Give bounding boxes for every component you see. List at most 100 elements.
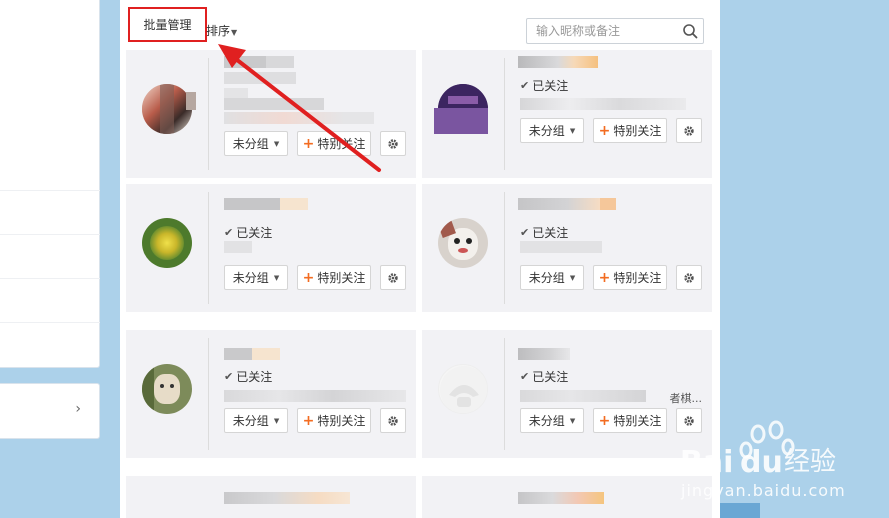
group-label: 未分组 [528, 271, 565, 285]
follow-status-label: 已关注 [532, 226, 569, 240]
special-follow-label: 特别关注 [613, 414, 662, 428]
svg-text:du: du [740, 445, 783, 480]
blurred-nickname [600, 198, 616, 210]
follow-status: ✔ 已关注 [520, 77, 568, 94]
group-select-button[interactable]: 未分组 ▼ [520, 118, 584, 143]
batch-manage-button[interactable]: 批量管理 [128, 7, 207, 42]
special-follow-label: 特别关注 [317, 137, 366, 151]
svg-text:经验: 经验 [784, 447, 836, 477]
blurred-nickname [518, 348, 570, 360]
caret-down-icon: ▼ [273, 139, 280, 148]
avatar[interactable] [142, 218, 192, 268]
settings-button[interactable] [380, 131, 406, 156]
card-divider [208, 192, 209, 304]
group-select-button[interactable]: 未分组 ▼ [520, 265, 584, 290]
chevron-right-icon: › [75, 401, 81, 417]
gear-icon [388, 138, 398, 149]
blurred-nickname [266, 56, 294, 68]
special-follow-label: 特别关注 [613, 271, 662, 285]
blurred-bio [520, 390, 646, 402]
sidebar-divider [0, 190, 100, 191]
user-card: ✔ 已关注 者棋... 未分组 ▼ + 特别关注 [422, 330, 712, 458]
group-label: 未分组 [232, 271, 269, 285]
blurred-nickname [518, 198, 600, 210]
follow-status-label: 已关注 [236, 226, 273, 240]
check-icon: ✔ [520, 370, 530, 383]
special-follow-label: 特别关注 [613, 124, 662, 138]
group-label: 未分组 [232, 414, 269, 428]
avatar[interactable] [142, 84, 192, 134]
plus-icon: + [302, 135, 315, 152]
follow-status-label: 已关注 [236, 370, 273, 384]
special-follow-button[interactable]: + 特别关注 [593, 265, 667, 290]
blurred-bio [224, 241, 252, 253]
baidu-logo-watermark: Bai du 经验 [680, 420, 836, 480]
card-divider [208, 58, 209, 170]
svg-text:Bai: Bai [680, 445, 733, 480]
blurred-nickname [518, 492, 604, 504]
sort-label: 排序 [206, 24, 231, 38]
blurred-status [224, 72, 296, 84]
settings-button[interactable] [676, 265, 702, 290]
settings-button[interactable] [380, 408, 406, 433]
plus-icon: + [302, 269, 315, 286]
blurred-nickname [224, 492, 350, 504]
caret-down-icon: ▼ [569, 126, 576, 135]
search-icon[interactable] [682, 23, 698, 39]
pixelated-avatar-edge [186, 92, 196, 110]
caret-down-icon: ▼ [569, 416, 576, 425]
special-follow-button[interactable]: + 特别关注 [297, 131, 371, 156]
default-avatar-icon [440, 366, 487, 413]
caret-down-icon: ▼ [569, 273, 576, 282]
caret-down-icon: ▼ [231, 28, 238, 37]
search-input[interactable] [527, 19, 677, 43]
sort-dropdown[interactable]: 排序▼ [206, 22, 237, 39]
blurred-bio [520, 98, 686, 110]
card-divider [504, 192, 505, 304]
plus-icon: + [302, 412, 315, 429]
avatar[interactable] [142, 364, 192, 414]
group-select-button[interactable]: 未分组 ▼ [224, 408, 288, 433]
blurred-nickname [280, 198, 308, 210]
blurred-bio [520, 241, 602, 253]
user-card: ✔ 已关注 未分组 ▼ + 特别关注 [126, 184, 416, 312]
special-follow-button[interactable]: + 特别关注 [593, 118, 667, 143]
group-select-button[interactable]: 未分组 ▼ [520, 408, 584, 433]
follow-status: ✔ 已关注 [224, 368, 272, 385]
follow-status: ✔ 已关注 [224, 224, 272, 241]
settings-button[interactable] [380, 265, 406, 290]
special-follow-button[interactable]: + 特别关注 [593, 408, 667, 433]
follow-status: ✔ 已关注 [520, 224, 568, 241]
special-follow-button[interactable]: + 特别关注 [297, 265, 371, 290]
blurred-nickname [224, 56, 266, 68]
blurred-bio [224, 98, 324, 110]
avatar[interactable] [438, 364, 488, 414]
pixelated-avatar-edge [434, 108, 488, 134]
sidebar-collapsible-item[interactable]: › [0, 383, 100, 439]
settings-button[interactable] [676, 118, 702, 143]
check-icon: ✔ [224, 226, 234, 239]
toolbar: 批量管理 排序▼ [120, 0, 720, 46]
check-icon: ✔ [520, 79, 530, 92]
group-label: 未分组 [528, 414, 565, 428]
user-card: ✔ 已关注 未分组 ▼ + 特别关注 [422, 184, 712, 312]
gear-icon [684, 272, 694, 283]
check-icon: ✔ [224, 370, 234, 383]
plus-icon: + [598, 269, 611, 286]
avatar[interactable] [438, 218, 488, 268]
special-follow-button[interactable]: + 特别关注 [297, 408, 371, 433]
card-divider [208, 338, 209, 450]
follow-status-label: 已关注 [532, 370, 569, 384]
user-card [422, 476, 712, 518]
group-select-button[interactable]: 未分组 ▼ [224, 265, 288, 290]
sidebar-divider [0, 322, 100, 323]
blurred-nickname [252, 348, 280, 360]
group-select-button[interactable]: 未分组 ▼ [224, 131, 288, 156]
gear-icon [684, 125, 694, 136]
blurred-nickname [518, 56, 598, 68]
caret-down-icon: ▼ [273, 416, 280, 425]
special-follow-label: 特别关注 [317, 414, 366, 428]
batch-manage-label: 批量管理 [143, 18, 192, 32]
blurred-nickname [224, 198, 280, 210]
watermark-url: jingyan.baidu.com [681, 481, 846, 500]
